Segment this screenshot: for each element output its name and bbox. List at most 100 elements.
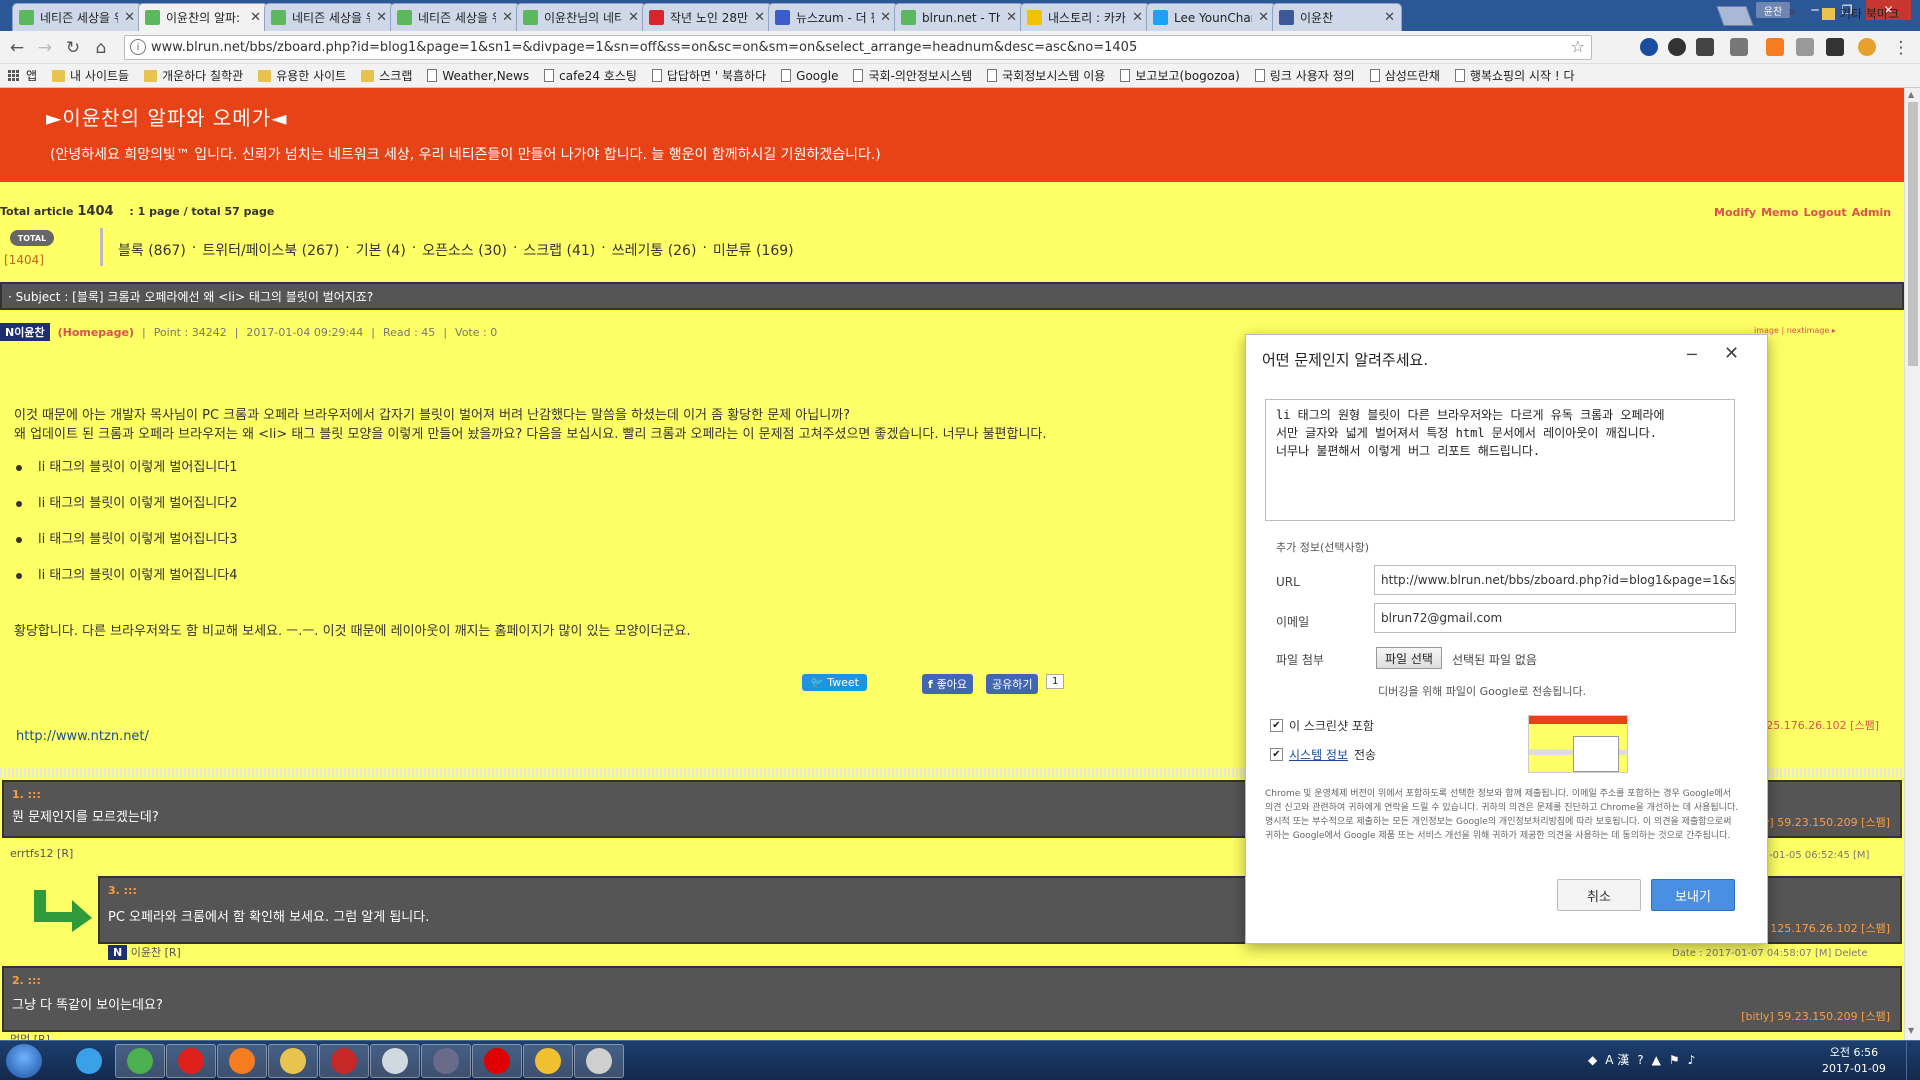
feedback-description-textarea[interactable]: li 태그의 원형 블릿이 다른 브라우저와는 다르게 유독 크롬과 오페라에 … (1265, 399, 1735, 521)
home-icon[interactable]: ⌂ (90, 37, 112, 59)
scroll-up-arrow-icon[interactable]: ▲ (1908, 90, 1914, 99)
send-system-info-checkbox[interactable]: ✔ 시스템 정보 전송 (1270, 746, 1376, 763)
include-screenshot-checkbox[interactable]: ✔ 이 스크린샷 포함 (1270, 717, 1374, 734)
admin-link-admin[interactable]: Admin (1852, 206, 1891, 219)
tab-close-icon[interactable]: ✕ (124, 10, 135, 25)
admin-link-logout[interactable]: Logout (1804, 206, 1847, 219)
category-link[interactable]: 트위터/페이스북 (267) (202, 240, 339, 260)
bookmark-item[interactable]: 행복쇼핑의 시작 ! 다 (1454, 67, 1575, 84)
other-bookmarks[interactable]: 기타 북마크 (1822, 5, 1899, 22)
category-link[interactable]: 스크랩 (41) (523, 240, 595, 260)
extension-icon-6[interactable] (1796, 38, 1814, 56)
bookmark-item[interactable]: 스크랩 (361, 67, 412, 84)
taskbar-clock[interactable]: 오전 6:56 2017-01-09 (1822, 1045, 1886, 1077)
taskbar-app-firefox[interactable] (217, 1044, 267, 1078)
send-button[interactable]: 보내기 (1651, 879, 1735, 911)
category-link[interactable]: 기본 (4) (356, 240, 406, 260)
checkbox-checked-icon[interactable]: ✔ (1270, 748, 1283, 761)
scrollbar-thumb[interactable] (1908, 102, 1918, 366)
bookmark-item[interactable]: Google (781, 69, 838, 83)
browser-tab[interactable]: 네티즌 세상을 위 ✕ (12, 3, 142, 31)
profile-button[interactable]: 윤찬 (1756, 2, 1790, 18)
browser-tab[interactable]: 이윤찬 ✕ (1272, 3, 1402, 31)
category-link[interactable]: 블록 (867) (118, 240, 186, 260)
rss-icon[interactable] (1766, 38, 1784, 56)
bookmark-star-icon[interactable]: ☆ (1571, 37, 1585, 56)
tray-help-icon[interactable]: ? (1637, 1053, 1643, 1067)
start-button[interactable] (6, 1044, 42, 1078)
bookmark-item[interactable]: 개운하다 칠학관 (144, 67, 243, 84)
browser-tab[interactable]: 이윤찬의 알파: ✕ (138, 3, 268, 31)
taskbar-app-app-book[interactable] (421, 1044, 471, 1078)
taskbar-app-file-explorer[interactable] (268, 1044, 318, 1078)
address-bar[interactable]: i www.blrun.net/bbs/zboard.php?id=blog1&… (124, 35, 1592, 60)
site-title[interactable]: ►이윤찬의 알파와 오메가◄ (46, 102, 287, 131)
bookmark-item[interactable]: 답답하면 ' 북흠하다 (651, 67, 766, 84)
comment-author[interactable]: N 이윤찬 [R] (108, 944, 181, 960)
tab-close-icon[interactable]: ✕ (880, 10, 891, 25)
admin-link-memo[interactable]: Memo (1761, 206, 1798, 219)
bookmarks-overflow-chevron-icon[interactable]: » (1788, 4, 1797, 20)
extension-icon-4[interactable] (1730, 38, 1748, 56)
tweet-button[interactable]: 🐦 Tweet (802, 674, 867, 691)
site-info-icon[interactable]: i (130, 39, 146, 55)
choose-file-button[interactable]: 파일 선택 (1376, 647, 1442, 669)
homepage-url-link[interactable]: http://www.ntzn.net/ (16, 729, 149, 744)
browser-tab[interactable]: 이윤찬님의 네티 ✕ (516, 3, 646, 31)
extension-icon-8[interactable] (1858, 38, 1876, 56)
homepage-link[interactable]: (Homepage) (58, 326, 134, 339)
tray-speaker-icon[interactable]: ♪ (1688, 1053, 1696, 1067)
bookmark-item[interactable]: 앱 (8, 67, 37, 84)
minimize-icon[interactable]: ─ (1687, 345, 1697, 364)
facebook-share-button[interactable]: 공유하기 (986, 674, 1039, 694)
bookmark-item[interactable]: 국회-의안정보시스템 (853, 67, 972, 84)
browser-tab[interactable]: 네티즌 세상을 위 ✕ (390, 3, 520, 31)
taskbar-app-internet-explorer[interactable] (64, 1044, 114, 1078)
browser-tab[interactable]: blrun.net - Thro ✕ (894, 3, 1024, 31)
facebook-like-button[interactable]: f 좋아요 (922, 674, 973, 694)
comment-author[interactable]: errtfs12 [R] (10, 847, 73, 860)
tray-chevron-icon[interactable]: ▲ (1652, 1053, 1661, 1067)
bookmark-item[interactable]: Weather,News (427, 69, 529, 83)
bookmark-item[interactable]: 내 사이트들 (52, 67, 129, 84)
admin-link-modify[interactable]: Modify (1714, 206, 1756, 219)
bookmark-item[interactable]: 보고보고(bogozoa) (1120, 67, 1240, 84)
bookmark-item[interactable]: 유용한 사이트 (258, 67, 346, 84)
tab-close-icon[interactable]: ✕ (1258, 10, 1269, 25)
category-link[interactable]: 미분류 (169) (713, 240, 794, 260)
browser-tab[interactable]: 네티즌 세상을 위 ✕ (264, 3, 394, 31)
bookmark-item[interactable]: 국회정보시스템 이용 (987, 67, 1105, 84)
close-icon[interactable]: ✕ (1724, 343, 1739, 364)
tab-close-icon[interactable]: ✕ (1132, 10, 1143, 25)
extension-icon-1[interactable] (1640, 38, 1658, 56)
tab-close-icon[interactable]: ✕ (628, 10, 639, 25)
screenshot-thumbnail[interactable] (1528, 715, 1628, 773)
comment-author[interactable]: 멍멍 [R] (10, 1031, 50, 1040)
system-info-link[interactable]: 시스템 정보 (1289, 746, 1348, 763)
cancel-button[interactable]: 취소 (1557, 879, 1641, 911)
browser-tab[interactable]: 뉴스zum - 더 편 ✕ (768, 3, 898, 31)
category-link[interactable]: 오픈소스 (30) (422, 240, 507, 260)
taskbar-app-app-record[interactable] (472, 1044, 522, 1078)
tab-close-icon[interactable]: ✕ (502, 10, 513, 25)
checkbox-checked-icon[interactable]: ✔ (1270, 719, 1283, 732)
ime-indicator[interactable]: A 漢 (1605, 1051, 1629, 1068)
taskbar-app-app-red-globe[interactable] (319, 1044, 369, 1078)
category-link[interactable]: 쓰레기통 (26) (612, 240, 697, 260)
extension-icon-7[interactable] (1826, 38, 1844, 56)
bookmark-item[interactable]: cafe24 호스팅 (544, 67, 637, 84)
back-arrow-icon[interactable]: ← (6, 37, 28, 59)
show-desktop-button[interactable] (1906, 1041, 1920, 1080)
bookmark-item[interactable]: 삼성뜨란채 (1369, 67, 1440, 84)
tray-flag-icon[interactable]: ⚑ (1669, 1053, 1680, 1067)
tray-network-icon[interactable]: ◆ (1588, 1053, 1597, 1067)
browser-tab[interactable]: 내스토리 : 카카오 ✕ (1020, 3, 1150, 31)
email-input[interactable]: blrun72@gmail.com (1374, 603, 1736, 633)
taskbar-app-app-white-star[interactable] (370, 1044, 420, 1078)
forward-arrow-icon[interactable]: → (34, 37, 56, 59)
taskbar-app-app-tool[interactable] (523, 1044, 573, 1078)
tab-close-icon[interactable]: ✕ (754, 10, 765, 25)
taskbar-app-app-chat[interactable] (574, 1044, 624, 1078)
extension-icon-2[interactable] (1668, 38, 1686, 56)
reload-icon[interactable]: ↻ (62, 37, 84, 59)
